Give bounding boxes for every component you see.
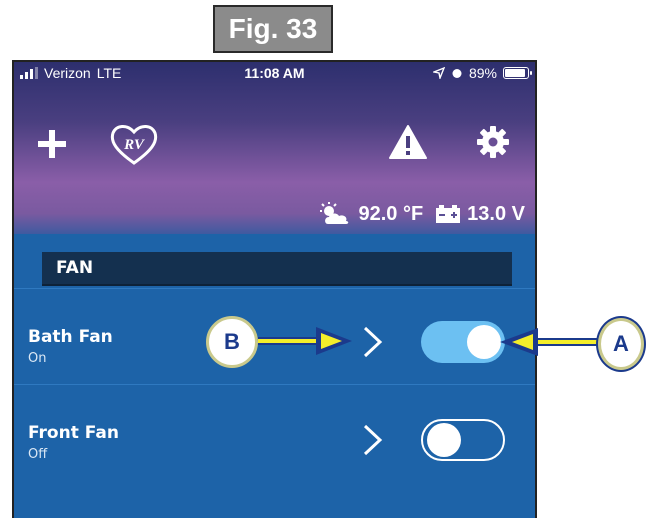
temperature-value: 92.0 °F <box>358 202 424 225</box>
voltage-value: 13.0 V <box>467 202 525 225</box>
rv-logo-button[interactable]: RV <box>106 120 162 168</box>
battery-percent: 89% <box>468 65 497 81</box>
environment-readouts: 92.0 °F 13.0 V <box>318 202 525 226</box>
fan-name: Front Fan <box>28 423 119 443</box>
fan-state: Off <box>28 447 48 462</box>
front-fan-toggle[interactable] <box>421 419 505 461</box>
add-button[interactable] <box>32 124 72 164</box>
section-header: FAN <box>42 252 512 286</box>
figure-label: Fig. 33 <box>213 5 333 53</box>
callout-b: B <box>206 316 258 368</box>
warning-icon <box>389 125 427 159</box>
toggle-knob <box>427 423 461 457</box>
callout-b-label: B <box>224 329 240 354</box>
fan-row-bath[interactable]: Bath Fan On <box>14 288 535 384</box>
gear-icon <box>477 126 509 158</box>
fan-row-front[interactable]: Front Fan Off <box>14 384 535 480</box>
callout-a: A <box>598 318 644 370</box>
chevron-right-icon[interactable] <box>361 423 385 457</box>
settings-button[interactable] <box>469 120 517 164</box>
fan-state: On <box>28 351 47 366</box>
chevron-right-icon[interactable] <box>361 325 385 359</box>
toggle-knob <box>467 325 501 359</box>
bath-fan-toggle[interactable] <box>421 321 505 363</box>
phone-screen: Verizon LTE 11:08 AM 89% RV 92.0 °F 13.0… <box>12 60 537 518</box>
rv-heart-icon: RV <box>110 125 158 165</box>
alarm-icon <box>452 69 462 78</box>
alert-button[interactable] <box>384 120 432 164</box>
fan-name: Bath Fan <box>28 327 113 347</box>
location-icon <box>432 67 445 79</box>
battery-status-icon <box>436 205 461 223</box>
battery-icon <box>503 67 532 79</box>
logo-text: RV <box>123 137 146 153</box>
callout-a-label: A <box>613 331 629 356</box>
section-title: FAN <box>56 258 94 278</box>
plus-icon <box>38 130 66 158</box>
partly-sunny-icon <box>320 202 349 224</box>
status-bar: Verizon LTE 11:08 AM 89% <box>14 62 535 84</box>
